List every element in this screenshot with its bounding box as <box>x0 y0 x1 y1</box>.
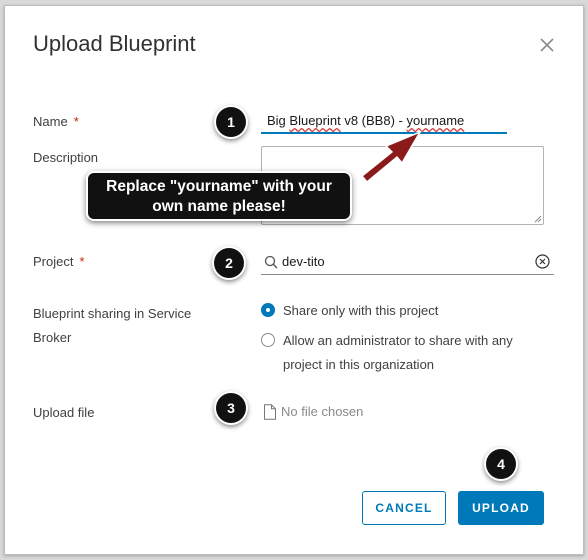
upload-file-label: Upload file <box>33 405 95 420</box>
file-status: No file chosen <box>281 404 364 419</box>
radio-selected[interactable] <box>261 303 275 317</box>
sharing-label: Blueprint sharing in Service Broker <box>33 306 192 345</box>
file-icon <box>264 404 276 420</box>
project-select[interactable]: dev-tito <box>261 252 554 275</box>
name-label: Name * <box>33 114 79 129</box>
step-marker-1: 1 <box>216 107 246 137</box>
radio-unselected[interactable] <box>261 333 275 347</box>
close-icon[interactable] <box>537 35 557 55</box>
radio-share-project[interactable]: Share only with this project <box>261 299 551 323</box>
description-label: Description <box>33 150 99 165</box>
radio-share-admin[interactable]: Allow an administrator to share with any… <box>261 329 551 377</box>
name-input[interactable]: Big Blueprint v8 (BB8) - yourname <box>261 112 507 134</box>
search-icon <box>264 255 278 269</box>
required-marker: * <box>79 254 85 269</box>
required-marker: * <box>73 114 79 129</box>
project-value: dev-tito <box>282 254 325 269</box>
instruction-callout: Replace "yourname" with your own name pl… <box>86 171 352 221</box>
clear-icon[interactable] <box>535 254 550 269</box>
upload-button[interactable]: UPLOAD <box>458 491 544 525</box>
cancel-button[interactable]: CANCEL <box>362 491 446 525</box>
project-label: Project * <box>33 254 85 269</box>
dialog-title: Upload Blueprint <box>33 31 196 56</box>
step-marker-3: 3 <box>216 393 246 423</box>
step-marker-4: 4 <box>486 449 516 479</box>
resize-handle-icon[interactable] <box>534 215 542 223</box>
step-marker-2: 2 <box>214 248 244 278</box>
